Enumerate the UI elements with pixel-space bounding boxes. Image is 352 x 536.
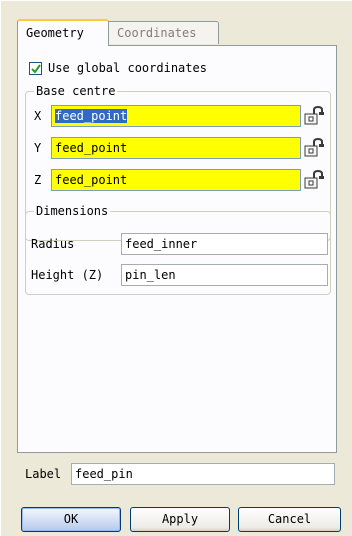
checkmark-icon [31,63,41,74]
radius-row: Radius feed_inner [29,233,329,255]
coord-z-lock-button[interactable] [304,169,325,190]
geometry-panel: Use global coordinates Base centre X fee… [17,45,337,453]
coord-y-lock-button[interactable] [304,137,325,158]
lock-icon [304,169,324,189]
label-label: Label [25,467,62,481]
height-label: Height (Z) [31,268,104,282]
coord-x-input[interactable]: feed_point [51,105,301,127]
dimensions-title: Dimensions [34,204,111,218]
height-input[interactable]: pin_len [121,264,328,286]
coord-x-label: X [34,109,42,123]
global-coordinates-label: Use global coordinates [48,61,207,75]
tab-coordinates-label: Coordinates [117,26,197,40]
tab-coordinates[interactable]: Coordinates [109,21,219,44]
apply-button[interactable]: Apply [130,507,230,532]
lock-icon [304,105,324,125]
global-coordinates-checkbox-row[interactable]: Use global coordinates [29,60,207,76]
base-centre-title: Base centre [34,84,118,98]
coord-z-label: Z [34,173,42,187]
dialog-window: Geometry Coordinates Use global coordina… [0,0,352,536]
coord-row-x: X feed_point [32,105,328,127]
cancel-button[interactable]: Cancel [238,507,341,532]
label-row: Label feed_pin [25,463,337,485]
lock-icon [304,137,324,157]
radius-label: Radius [31,237,75,251]
coord-row-z: Z feed_point [32,169,328,191]
coord-y-label: Y [34,141,42,155]
coord-y-input[interactable]: feed_point [51,137,301,159]
coord-x-value: feed_point [55,109,128,123]
label-input[interactable]: feed_pin [71,463,335,485]
dimensions-group: Dimensions Radius feed_inner Height (Z) … [25,204,331,295]
radius-input[interactable]: feed_inner [121,233,328,255]
coord-row-y: Y feed_point [32,137,328,159]
coord-x-lock-button[interactable] [304,105,325,126]
global-coordinates-checkbox[interactable] [29,61,42,75]
coord-z-input[interactable]: feed_point [51,169,301,191]
height-row: Height (Z) pin_len [29,264,329,286]
tab-geometry-label: Geometry [26,26,84,40]
tab-geometry[interactable]: Geometry [17,19,109,46]
ok-button[interactable]: OK [21,507,121,532]
